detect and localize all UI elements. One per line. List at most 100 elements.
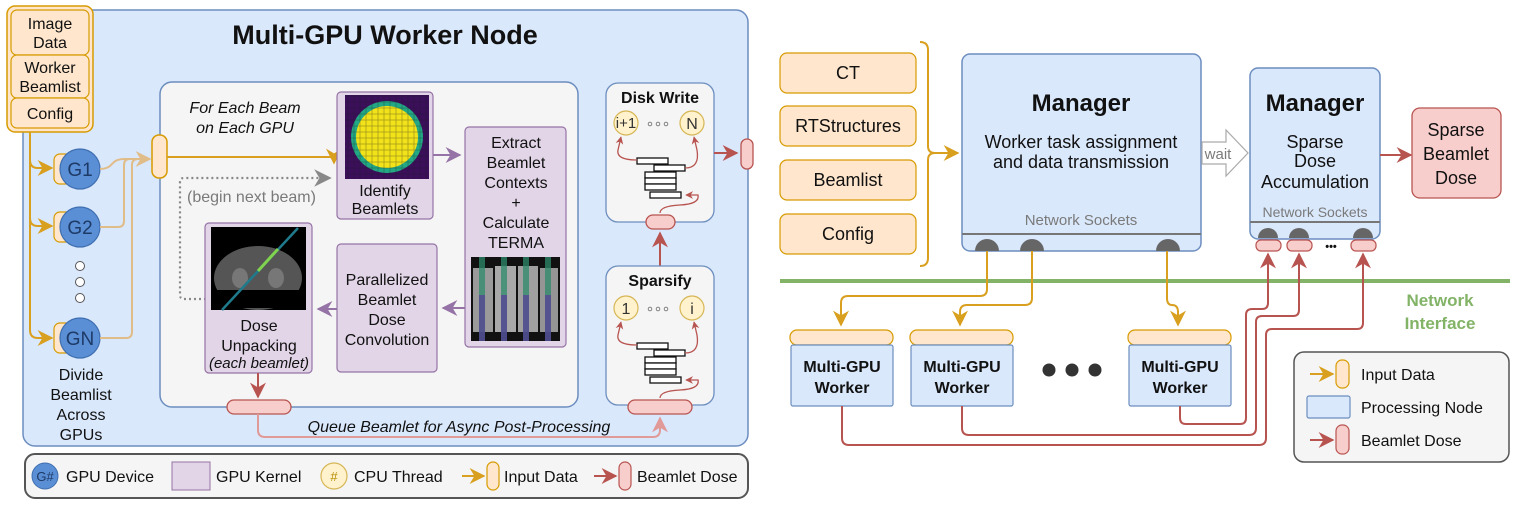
wait-arrow: wait	[1201, 128, 1249, 178]
legend-label: CPU Thread	[354, 469, 443, 486]
worker-label: Multi-GPU	[803, 359, 880, 376]
panel-title: Multi-GPU Worker Node	[232, 20, 538, 50]
legend-label: Input Data	[1361, 367, 1435, 384]
kernel-label: Beamlet	[487, 155, 546, 172]
manager-title: Manager	[1266, 90, 1365, 117]
input-beamlist[interactable]: Beamlist	[779, 159, 917, 201]
kernel-label: Calculate	[483, 215, 550, 232]
divide-caption: GPUs	[60, 427, 103, 444]
network-interface-label: Network	[1406, 291, 1474, 310]
kernel-dose-unpacking[interactable]: Dose Unpacking (each beamlet)	[204, 222, 313, 374]
loop-caption: For Each Beam	[189, 100, 300, 117]
right-legend: Input Data Processing Node Beamlet Dose	[1293, 351, 1510, 463]
beamlet-dose-queue-port[interactable]	[226, 399, 292, 415]
output-label: Beamlet	[1423, 144, 1489, 164]
worker-label: Worker	[815, 380, 870, 397]
kernel-identify-beamlets[interactable]: Identify Beamlets	[336, 91, 434, 220]
loop-caption: on Each GPU	[196, 120, 294, 137]
gpu-label: G1	[67, 160, 92, 181]
thread-label: N	[686, 116, 698, 133]
gpu-gn[interactable]: GN	[53, 317, 101, 359]
legend-label: Input Data	[504, 469, 578, 486]
kernel-swatch-icon	[171, 461, 211, 491]
manager-inputs: CT RTStructures Beamlist Config	[779, 41, 960, 267]
cpu-thread-icon-label: #	[330, 469, 338, 484]
manager-task-assignment[interactable]: Manager Worker task assignment and data …	[961, 53, 1202, 252]
loop-input-port[interactable]	[151, 134, 168, 179]
sparse-beamlet-dose-output[interactable]: Sparse Beamlet Dose	[1411, 107, 1502, 199]
input-rtstructures[interactable]: RTStructures	[779, 105, 917, 147]
input-label: Worker	[24, 60, 76, 77]
legend-label: GPU Device	[66, 469, 154, 486]
worker-label: Worker	[935, 380, 990, 397]
input-label: CT	[836, 63, 860, 83]
sparsify-title: Sparsify	[628, 273, 691, 290]
kernel-label: +	[511, 195, 520, 212]
input-label: Data	[33, 35, 67, 52]
cpu-thread-i: i	[679, 295, 705, 321]
worker-label: Worker	[1153, 380, 1208, 397]
worker-input-stack: Image Data Worker Beamlist Config	[6, 5, 94, 133]
manager-desc: Accumulation	[1261, 172, 1369, 192]
kernel-label: Dose	[240, 318, 277, 335]
manager2-input-ports[interactable]: •••	[1255, 239, 1377, 253]
kernel-label: Beamlets	[352, 201, 419, 218]
manager-dose-accumulation[interactable]: Manager Sparse Dose Accumulation Network…	[1249, 67, 1381, 240]
begin-next-beam-label: (begin next beam)	[187, 189, 316, 206]
thread-label: i	[690, 301, 694, 318]
kernel-label: TERMA	[488, 235, 544, 252]
worker-label: Multi-GPU	[1141, 359, 1218, 376]
input-brace	[919, 41, 936, 267]
divide-caption: Across	[57, 407, 106, 424]
ct-dose-image	[211, 227, 306, 311]
manager-desc: Sparse	[1286, 132, 1343, 152]
gpu-ellipsis	[75, 261, 85, 303]
legend-label: Beamlet Dose	[637, 469, 738, 486]
wait-label: wait	[1204, 146, 1233, 163]
input-label: Beamlist	[19, 79, 81, 96]
worker-n[interactable]: Multi-GPU Worker	[1127, 329, 1232, 407]
manager-desc: Dose	[1294, 151, 1336, 171]
kernel-dose-convolution[interactable]: Parallelized Beamlet Dose Convolution	[336, 243, 438, 373]
input-ct[interactable]: CT	[779, 52, 917, 94]
input-label: Config	[27, 106, 73, 123]
divide-caption: Divide	[59, 367, 104, 384]
worker-output-port[interactable]	[740, 138, 754, 170]
gpu-g1[interactable]: G1	[53, 148, 101, 190]
kernel-label: Convolution	[345, 332, 430, 349]
queue-caption: Queue Beamlet for Async Post-Processing	[308, 419, 611, 436]
gpu-label: GN	[66, 329, 95, 350]
input-config[interactable]: Config	[779, 213, 917, 255]
cpu-thread-i-plus-1: i+1	[613, 110, 639, 136]
sparsify-box: Sparsify 1 i	[605, 265, 715, 406]
worker-1[interactable]: Multi-GPU Worker	[789, 329, 894, 407]
left-legend: G# GPU Device GPU Kernel # CPU Thread In…	[24, 453, 749, 499]
kernel-label: Unpacking	[221, 338, 297, 355]
divide-caption: Beamlist	[50, 387, 112, 404]
sparsify-input-port[interactable]	[627, 399, 693, 415]
cpu-thread-1: 1	[613, 295, 639, 321]
worker-2[interactable]: Multi-GPU Worker	[909, 329, 1014, 407]
input-label: Config	[822, 224, 874, 244]
manager-title: Manager	[1032, 90, 1131, 117]
worker-label: Multi-GPU	[923, 359, 1000, 376]
manager-desc: Worker task assignment	[985, 132, 1178, 152]
manager-desc: and data transmission	[993, 152, 1169, 172]
thread-label: 1	[622, 301, 631, 318]
network-sockets-label: Network Sockets	[1262, 204, 1367, 220]
kernel-label: Beamlet	[358, 292, 417, 309]
kernel-note: (each beamlet)	[209, 355, 309, 372]
network-sockets-label: Network Sockets	[1025, 212, 1138, 229]
kernel-extract-terma[interactable]: Extract Beamlet Contexts + Calculate TER…	[464, 126, 567, 348]
kernel-label: Dose	[368, 312, 405, 329]
kernel-label: Identify	[359, 183, 411, 200]
input-label: Beamlist	[813, 170, 882, 190]
ports-ellipsis: •••	[1325, 241, 1337, 253]
gpu-icon: G#	[36, 469, 54, 484]
gpu-g2[interactable]: G2	[53, 206, 101, 248]
manager-to-worker-arrows	[833, 251, 1186, 327]
disk-write-input-port[interactable]	[645, 214, 676, 230]
kernel-label: Extract	[491, 135, 541, 152]
input-label: RTStructures	[795, 116, 901, 136]
thread-label: i+1	[616, 115, 636, 132]
